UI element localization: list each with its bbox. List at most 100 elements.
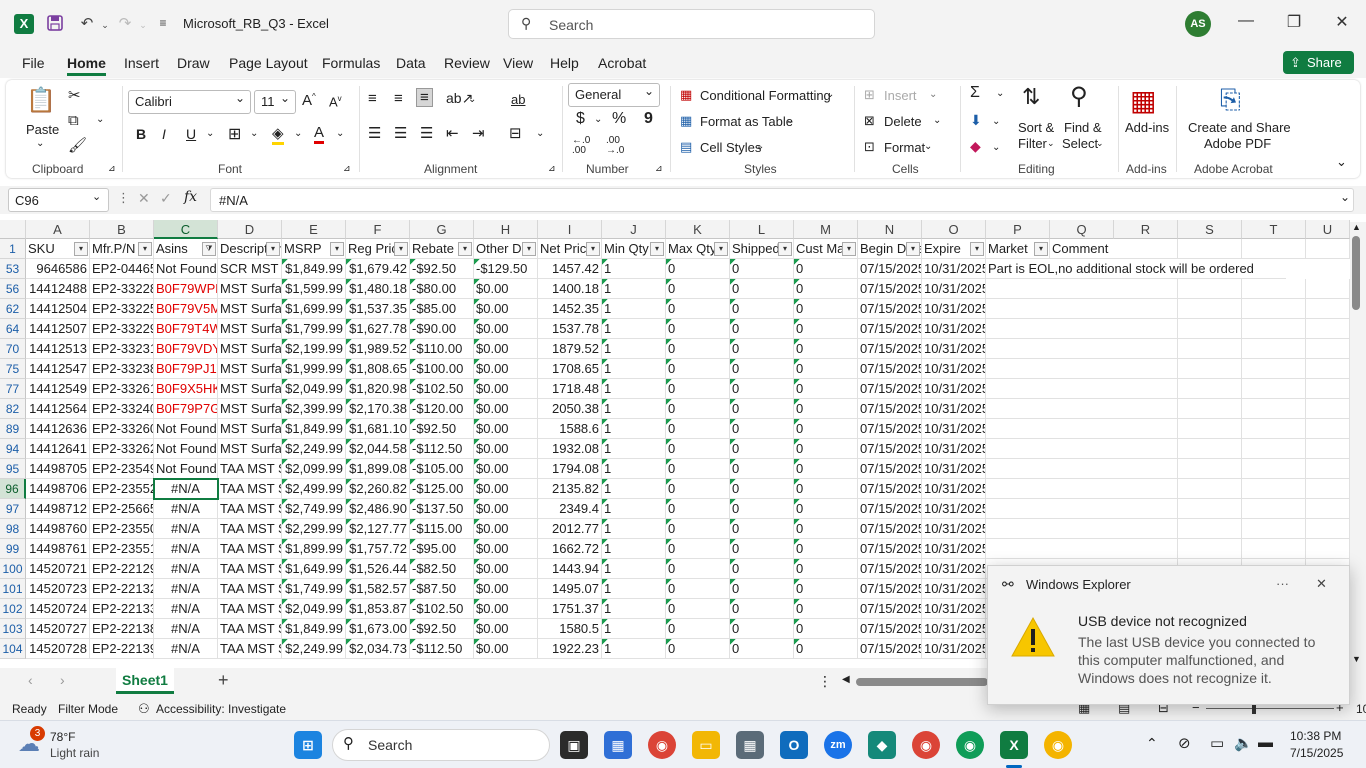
font-color-icon[interactable]: A — [314, 124, 325, 144]
table-cell-f[interactable]: $1,757.72 — [346, 539, 410, 559]
table-cell-n[interactable]: 07/15/2025 — [858, 279, 922, 299]
empty-cell[interactable] — [1114, 359, 1178, 379]
font-color-dropdown-icon[interactable]: ⌄ — [336, 128, 344, 139]
start-icon[interactable]: ⊞ — [294, 731, 322, 759]
table-cell-a[interactable]: 14520727 — [26, 619, 90, 639]
copy-dropdown-icon[interactable]: ⌄ — [96, 114, 104, 125]
table-cell-f[interactable]: $1,989.52 — [346, 339, 410, 359]
tab-insert[interactable]: Insert — [124, 55, 159, 71]
table-cell-l[interactable]: 0 — [730, 259, 794, 279]
table-cell-c[interactable]: #N/A — [154, 559, 218, 579]
table-cell-n[interactable]: 07/15/2025 — [858, 639, 922, 659]
taskbar-search[interactable] — [332, 729, 550, 761]
table-cell-g[interactable]: -$95.00 — [410, 539, 474, 559]
table-cell-n[interactable]: 07/15/2025 — [858, 319, 922, 339]
table-cell-l[interactable]: 0 — [730, 519, 794, 539]
insert-cells-button[interactable]: Insert — [884, 88, 917, 103]
table-cell-b[interactable]: EP2-33229 — [90, 319, 154, 339]
currency-button[interactable]: $ — [576, 110, 585, 128]
table-cell-a[interactable]: 9646586 — [26, 259, 90, 279]
table-cell-l[interactable]: 0 — [730, 359, 794, 379]
table-cell-a[interactable]: 14498761 — [26, 539, 90, 559]
table-cell-a[interactable]: 14412488 — [26, 279, 90, 299]
empty-cell[interactable] — [1242, 239, 1306, 259]
column-header-a[interactable]: A — [26, 220, 90, 239]
table-cell-k[interactable]: 0 — [666, 459, 730, 479]
column-header-g[interactable]: G — [410, 220, 474, 239]
table-cell-c[interactable]: #N/A — [154, 539, 218, 559]
table-cell-i[interactable]: 1495.07 — [538, 579, 602, 599]
chrome-profile-2-icon[interactable]: ◉ — [956, 731, 984, 759]
increase-decimal-icon[interactable]: ←.0.00 — [572, 136, 590, 156]
table-cell-b[interactable]: EP2-33225 — [90, 299, 154, 319]
table-cell-h[interactable]: -$129.50 — [474, 259, 538, 279]
table-cell-l[interactable]: 0 — [730, 319, 794, 339]
header-cell[interactable]: Max Qty ▾ — [666, 239, 730, 259]
table-cell-g[interactable]: -$102.50 — [410, 379, 474, 399]
header-cell[interactable]: Shipped ▾ — [730, 239, 794, 259]
align-center-icon[interactable]: ☰ — [394, 124, 407, 142]
table-cell-o[interactable]: 10/31/2025 — [922, 319, 986, 339]
chrome-icon[interactable]: ◉ — [648, 731, 676, 759]
table-cell-m[interactable]: 0 — [794, 439, 858, 459]
table-cell-l[interactable]: 0 — [730, 619, 794, 639]
number-launcher-icon[interactable]: ⊿ — [655, 163, 663, 174]
table-cell-j[interactable]: 1 — [602, 639, 666, 659]
table-cell-m[interactable]: 0 — [794, 419, 858, 439]
table-cell-d[interactable]: MST Surfa — [218, 279, 282, 299]
name-box-dropdown-icon[interactable]: ⌄ — [92, 190, 101, 203]
file-explorer-icon[interactable]: ▭ — [692, 731, 720, 759]
table-cell-n[interactable]: 07/15/2025 — [858, 259, 922, 279]
table-cell-i[interactable]: 1580.5 — [538, 619, 602, 639]
table-cell-g[interactable]: -$87.50 — [410, 579, 474, 599]
table-cell-c[interactable]: #N/A — [154, 619, 218, 639]
empty-cell[interactable] — [1242, 319, 1306, 339]
empty-cell[interactable] — [1306, 339, 1350, 359]
table-cell-d[interactable]: MST Surfa — [218, 359, 282, 379]
table-cell-f[interactable]: $1,808.65 — [346, 359, 410, 379]
table-cell-c[interactable]: #N/A — [154, 499, 218, 519]
show-hidden-icons[interactable]: ⌃ — [1146, 735, 1158, 752]
table-cell-k[interactable]: 0 — [666, 559, 730, 579]
table-cell-l[interactable]: 0 — [730, 439, 794, 459]
empty-cell[interactable] — [1242, 399, 1306, 419]
table-cell-d[interactable]: MST Surfa — [218, 319, 282, 339]
table-cell-g[interactable]: -$102.50 — [410, 599, 474, 619]
header-cell[interactable]: Other D ▾ — [474, 239, 538, 259]
cut-icon[interactable]: ✂ — [68, 86, 81, 104]
empty-cell[interactable] — [1178, 419, 1242, 439]
table-cell-j[interactable]: 1 — [602, 279, 666, 299]
table-cell-i[interactable]: 1452.35 — [538, 299, 602, 319]
table-cell-c[interactable]: B0F79T4W — [154, 319, 218, 339]
table-cell-o[interactable]: 10/31/2025 — [922, 479, 986, 499]
cell-styles-icon[interactable]: ▤ — [680, 139, 692, 155]
filter-dropdown-icon[interactable]: ▾ — [266, 242, 280, 256]
table-cell-f[interactable]: $1,681.10 — [346, 419, 410, 439]
fill-dropdown-icon[interactable]: ⌄ — [992, 116, 1000, 127]
autosum-icon[interactable]: Σ — [970, 84, 980, 102]
table-cell-f[interactable]: $2,486.90 — [346, 499, 410, 519]
table-cell-b[interactable]: EP2-22138 — [90, 619, 154, 639]
table-cell-e[interactable]: $2,249.99 — [282, 639, 346, 659]
empty-cell[interactable] — [1178, 539, 1242, 559]
table-cell-n[interactable]: 07/15/2025 — [858, 419, 922, 439]
empty-cell[interactable] — [1306, 419, 1350, 439]
table-cell-h[interactable]: $0.00 — [474, 519, 538, 539]
table-cell-b[interactable]: EP2-23551 — [90, 539, 154, 559]
accessibility-status[interactable]: Accessibility: Investigate — [156, 702, 286, 716]
table-cell-c[interactable]: B0F79PJ1V — [154, 359, 218, 379]
table-cell-d[interactable]: TAA MST S — [218, 459, 282, 479]
column-header-j[interactable]: J — [602, 220, 666, 239]
table-cell-m[interactable]: 0 — [794, 559, 858, 579]
find-select-dropdown-icon[interactable]: ⌄ — [1096, 138, 1104, 149]
calculator-icon[interactable]: ▦ — [736, 731, 764, 759]
table-cell-j[interactable]: 1 — [602, 339, 666, 359]
empty-cell[interactable] — [1306, 499, 1350, 519]
table-cell-i[interactable]: 2050.38 — [538, 399, 602, 419]
row-header[interactable]: 99 — [0, 539, 26, 559]
format-painter-icon[interactable]: 🖌 — [68, 136, 87, 154]
table-cell-f[interactable]: $1,526.44 — [346, 559, 410, 579]
table-cell-m[interactable]: 0 — [794, 599, 858, 619]
empty-cell[interactable] — [1114, 299, 1178, 319]
filter-dropdown-icon[interactable]: ▾ — [394, 242, 408, 256]
